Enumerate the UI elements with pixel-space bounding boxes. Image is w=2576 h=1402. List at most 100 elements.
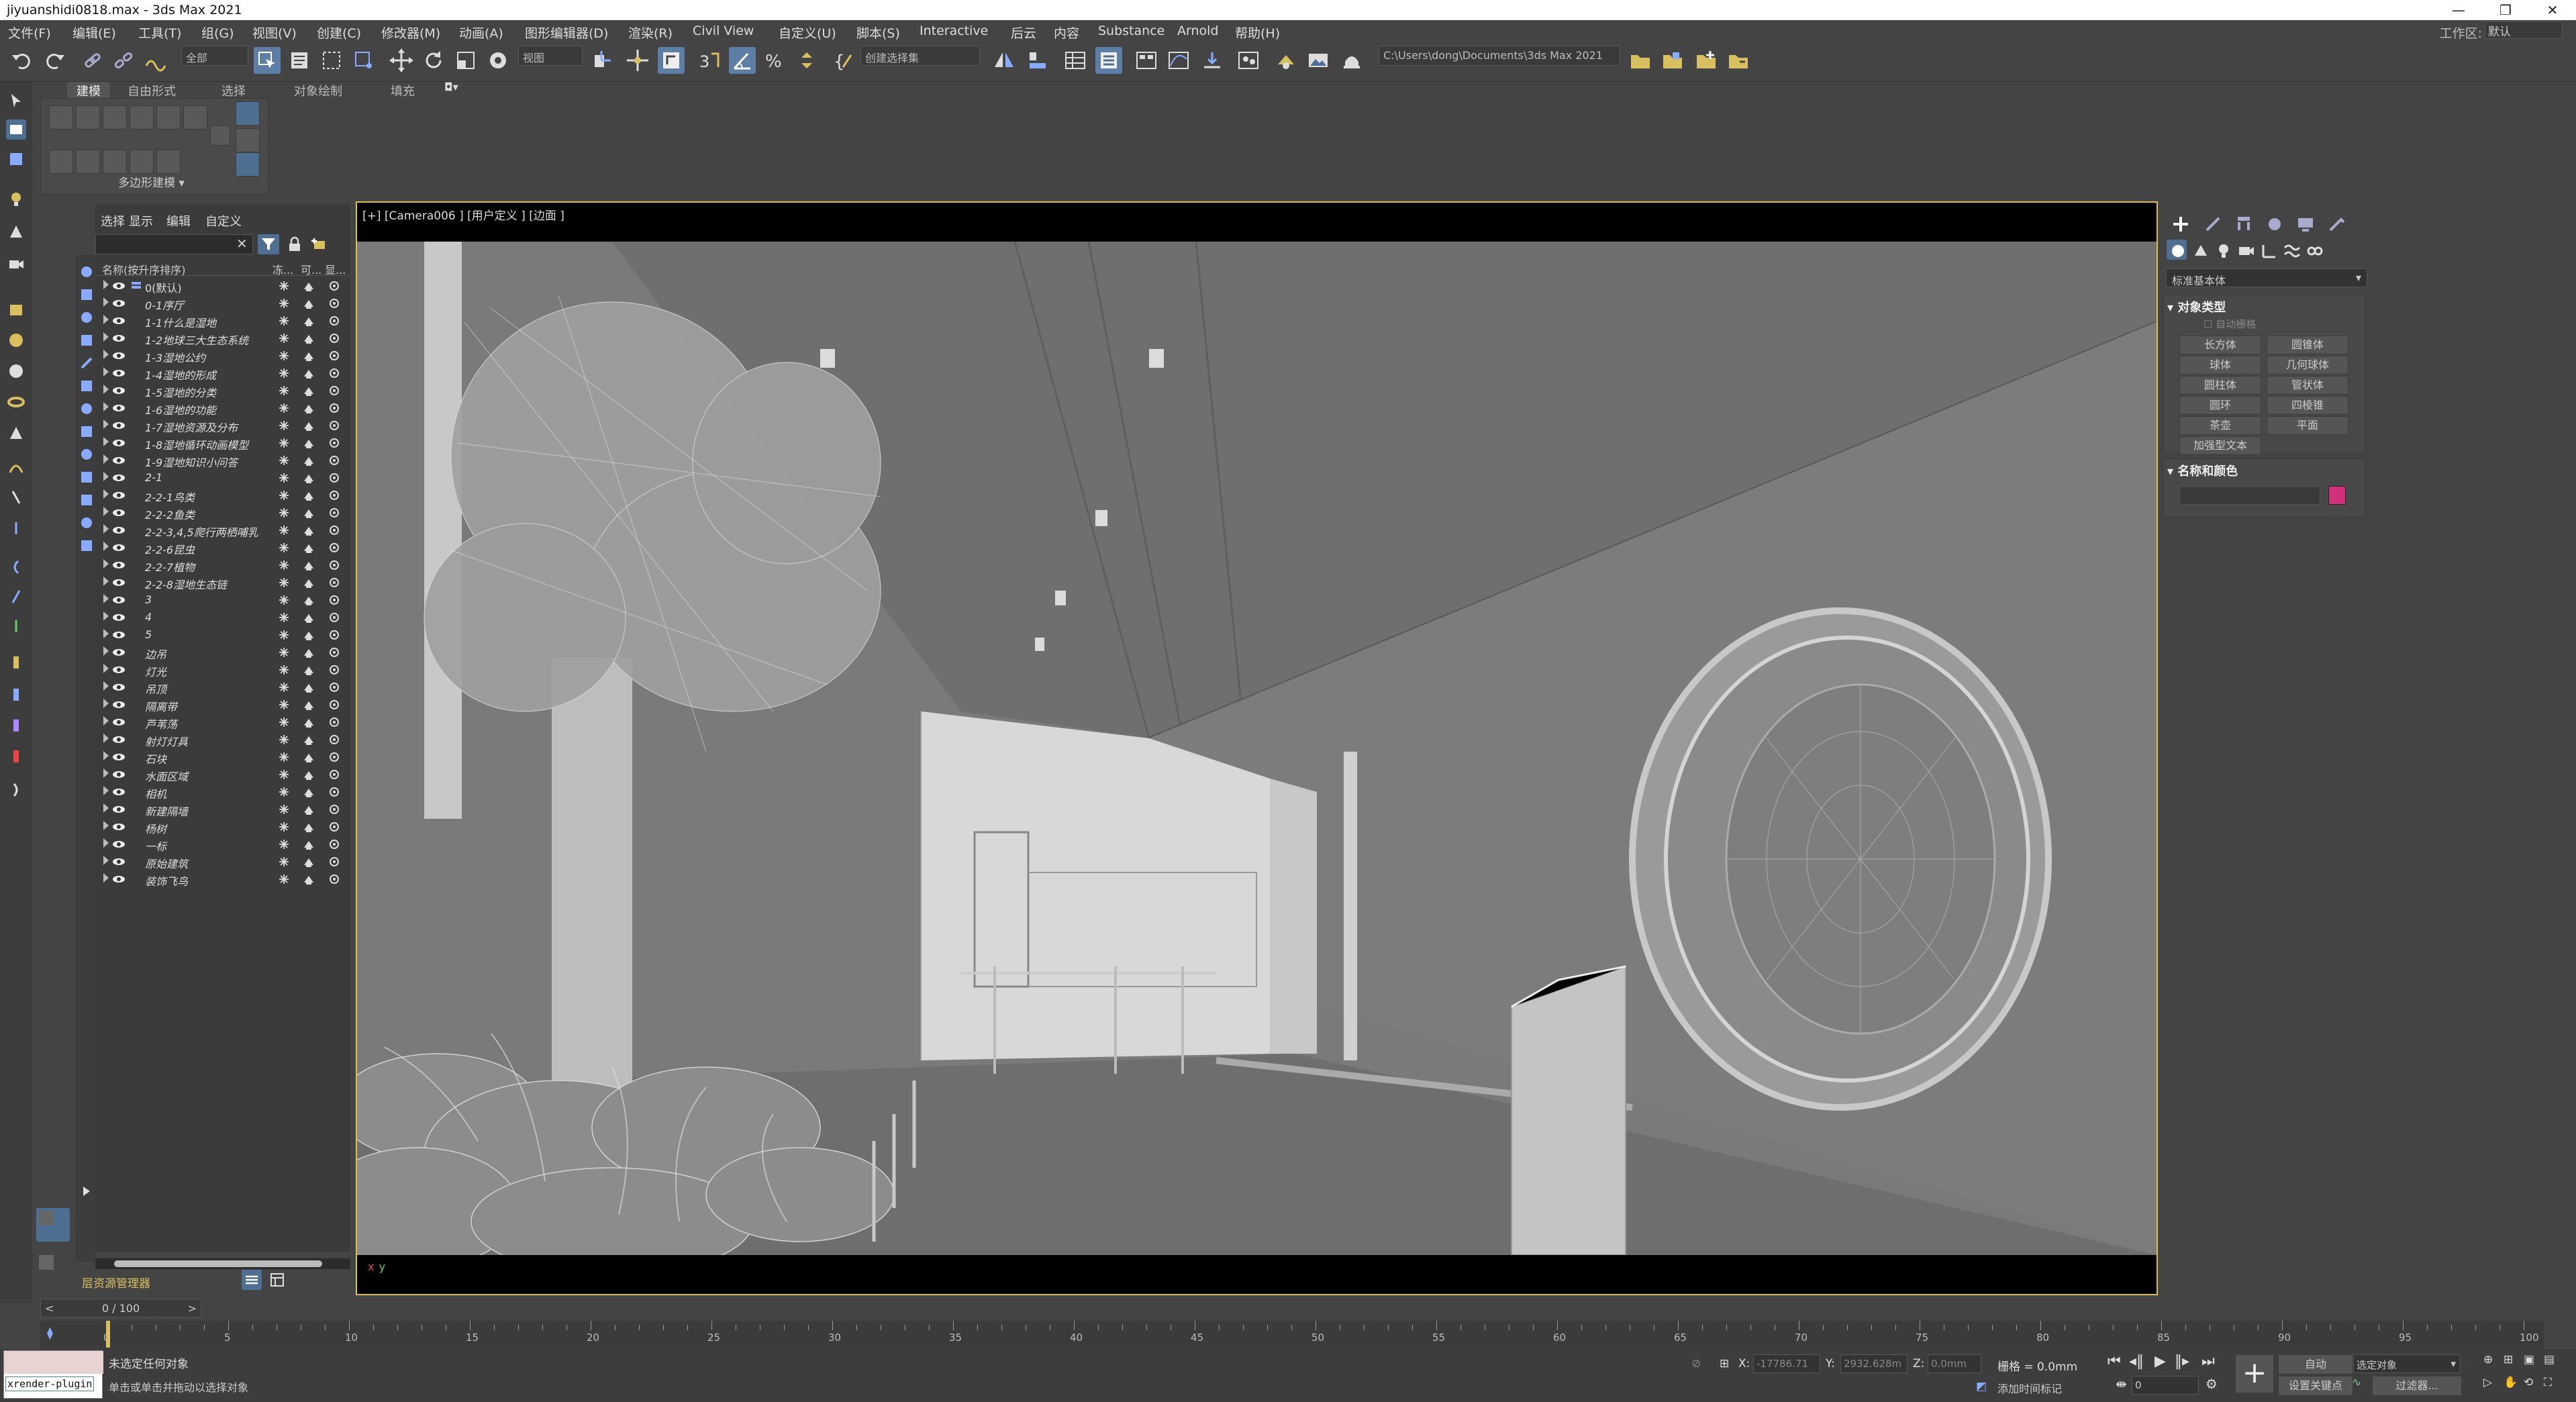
active-layer-icon[interactable] [130,280,142,292]
eye-icon[interactable] [111,698,126,711]
lights-category-icon[interactable] [2212,240,2232,260]
ribbon-options-icon[interactable]: ◘▾ [444,81,458,93]
layer-row[interactable]: 1-3湿地公约 [95,347,350,364]
ribbon-button[interactable] [76,150,100,174]
layer-row[interactable]: 边吊 [95,644,350,661]
menu-customize[interactable]: 自定义(U) [779,23,836,42]
pivot-center-icon[interactable] [588,47,615,74]
display-toggle-icon[interactable] [328,768,340,781]
expand-layer-icon[interactable] [103,280,109,289]
x-coord-field[interactable]: -17786.71 [1753,1354,1820,1373]
layer-name[interactable]: 装饰飞鸟 [145,872,188,889]
expand-layer-icon[interactable] [103,542,109,551]
freeze-icon[interactable] [278,803,290,815]
menu-file[interactable]: 文件(F) [8,23,51,42]
ribbon-button[interactable] [130,150,154,174]
display-toggle-icon[interactable] [328,350,340,362]
renderable-icon[interactable] [303,315,315,327]
edit-named-selection-icon[interactable]: { [830,47,856,74]
spinner-snap-icon[interactable] [793,47,820,74]
material-editor-icon[interactable] [1235,47,1262,74]
freeze-icon[interactable] [278,664,290,676]
expand-layer-icon[interactable] [103,402,109,411]
ribbon-button[interactable] [103,105,127,130]
layer-name[interactable]: 灯光 [145,663,166,679]
eye-icon[interactable] [111,506,126,519]
layer-row[interactable]: 1-2地球三大生态系统 [95,330,350,347]
layer-row[interactable]: 原始建筑 [95,853,350,870]
column-display-header[interactable]: 显... [325,261,346,277]
display-toggle-icon[interactable] [328,786,340,798]
layer-row[interactable]: 3 [95,591,350,609]
display-toggle-icon[interactable] [328,559,340,571]
scene-explorer-toggle-icon[interactable] [267,1270,287,1290]
eye-icon[interactable] [111,768,126,781]
expand-arrow-icon[interactable] [77,1181,94,1199]
current-time-marker[interactable] [106,1321,110,1348]
viewport-label-menu[interactable]: [+] [Camera006 ] [用户定义 ] [边面 ] [362,206,564,223]
motion-tab-icon[interactable] [2263,213,2286,236]
ribbon-button[interactable] [49,105,73,130]
renderable-icon[interactable] [303,629,315,641]
display-toggle-icon[interactable] [328,542,340,554]
expand-layer-icon[interactable] [103,734,109,743]
filter-geometry-icon[interactable] [77,285,94,302]
filter-containers-icon[interactable] [77,490,94,507]
column-name-header[interactable]: 名称(按升序排序) [102,261,186,277]
expand-layer-icon[interactable] [103,507,109,516]
ribbon-button-active[interactable] [236,101,260,126]
time-tag-icon[interactable]: ◩ [1976,1380,1987,1393]
eye-icon[interactable] [111,838,126,851]
eye-icon[interactable] [111,401,126,415]
layer-name[interactable]: 隔离带 [145,698,177,714]
lock-icon[interactable] [286,236,303,253]
menu-arnold[interactable]: Arnold [1177,23,1218,38]
box-button[interactable]: 长方体 [2179,336,2261,354]
display-toggle-icon[interactable] [328,297,340,309]
layer-name[interactable]: 5 [145,628,152,641]
renderable-icon[interactable] [303,437,315,449]
time-slider-next-icon[interactable]: > [188,1299,197,1318]
renderable-icon[interactable] [303,542,315,554]
eye-icon[interactable] [111,803,126,816]
systems-category-icon[interactable] [2303,240,2324,260]
shapes-category-icon[interactable] [2189,240,2210,260]
display-toggle-icon[interactable] [328,821,340,833]
layer-name[interactable]: 3 [145,593,152,606]
previous-frame-icon[interactable]: ◂‖ [2129,1353,2144,1370]
field-of-view-icon[interactable]: ▷ [2483,1376,2492,1389]
renderable-icon[interactable] [303,507,315,519]
eye-icon[interactable] [111,593,126,607]
layer-row[interactable]: 2-1 [95,469,350,487]
ribbon-tab-populate[interactable]: 填充 [391,82,415,99]
layer-name[interactable]: 1-7湿地资源及分布 [145,419,238,435]
viewport-thumbnail[interactable] [36,1252,70,1286]
freeze-icon[interactable] [278,437,290,449]
key-mode-icon[interactable]: ⇼ [2116,1376,2127,1392]
display-toggle-icon[interactable] [328,419,340,432]
layer-name[interactable]: 1-6湿地的功能 [145,401,216,417]
layer-name[interactable]: 新建隔墙 [145,803,188,819]
menu-cloud[interactable]: 后云 [1011,23,1036,42]
freeze-icon[interactable] [278,332,290,344]
ribbon-tab-selection[interactable]: 选择 [221,82,246,99]
motion-icon[interactable] [6,715,26,736]
named-selection-set-dropdown[interactable]: 创建选择集 [860,46,980,66]
spacewarp-icon[interactable] [6,587,26,607]
renderable-icon[interactable] [303,559,315,571]
expand-layer-icon[interactable] [103,611,109,621]
renderable-icon[interactable] [303,611,315,623]
menu-substance[interactable]: Substance [1098,23,1165,38]
arc-icon[interactable] [6,557,26,577]
eye-icon[interactable] [111,611,126,624]
layer-row[interactable]: 2-2-8湿地生态链 [95,574,350,591]
layer-row[interactable]: 2-2-1鸟类 [95,487,350,504]
link-icon[interactable] [79,47,106,74]
orbit-icon[interactable]: ⟲ [2524,1376,2533,1389]
expand-layer-icon[interactable] [103,559,109,568]
display-toggle-icon[interactable] [328,472,340,484]
menu-rendering[interactable]: 渲染(R) [628,23,673,42]
close-button[interactable]: ✕ [2529,0,2576,20]
freeze-icon[interactable] [278,419,290,432]
eye-icon[interactable] [111,576,126,589]
